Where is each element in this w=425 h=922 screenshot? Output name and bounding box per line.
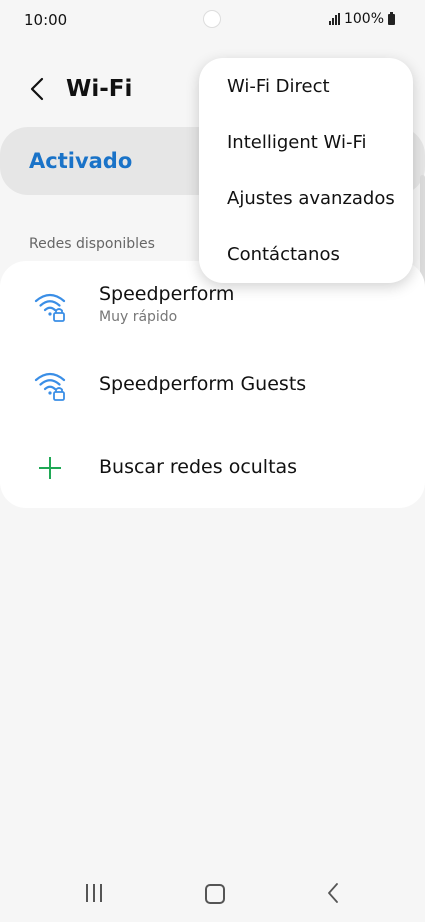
plus-icon (39, 457, 61, 479)
navigation-bar (0, 862, 425, 922)
chevron-left-icon (30, 77, 44, 101)
camera-cutout (203, 10, 221, 28)
menu-item-contact[interactable]: Contáctanos (227, 244, 340, 265)
wifi-lock-icon (34, 293, 66, 322)
wifi-lock-icon (34, 372, 66, 401)
battery-percent: 100% (343, 11, 384, 27)
network-item[interactable]: Speedperform Guests (0, 356, 425, 416)
back-icon[interactable] (326, 882, 340, 904)
overflow-menu: Wi-Fi Direct Intelligent Wi-Fi Ajustes a… (199, 58, 413, 283)
section-label: Redes disponibles (29, 236, 155, 252)
add-hidden-network-label: Buscar redes ocultas (99, 456, 298, 478)
networks-list: Speedperform Muy rápido Speedperform Gue… (0, 261, 425, 508)
menu-item-intelligent-wifi[interactable]: Intelligent Wi-Fi (227, 132, 366, 153)
status-time: 10:00 (24, 11, 68, 29)
status-indicators: 100% (328, 11, 395, 27)
wifi-toggle-label: Activado (29, 149, 133, 173)
network-name: Speedperform Guests (99, 373, 307, 395)
network-speed: Muy rápido (99, 309, 178, 325)
menu-item-wifi-direct[interactable]: Wi-Fi Direct (227, 76, 330, 97)
page-title: Wi-Fi (66, 76, 133, 102)
signal-icon (328, 13, 340, 25)
battery-icon (388, 11, 395, 25)
home-icon[interactable] (205, 884, 225, 904)
network-name: Speedperform (99, 283, 235, 305)
status-bar: 10:00 100% (0, 0, 425, 40)
menu-item-advanced-settings[interactable]: Ajustes avanzados (227, 188, 395, 209)
back-button[interactable] (22, 74, 52, 104)
recents-icon[interactable] (86, 884, 102, 902)
add-hidden-network-button[interactable]: Buscar redes ocultas (0, 438, 425, 498)
